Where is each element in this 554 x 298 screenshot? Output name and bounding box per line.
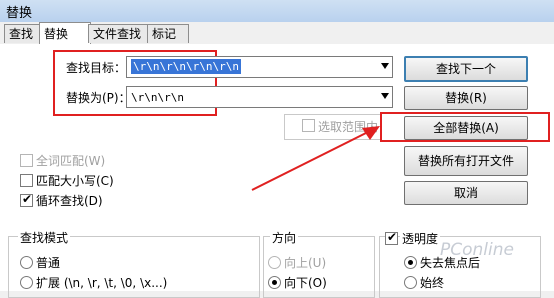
red-arrow-annotation	[251, 126, 380, 191]
search-mode-extended-label: 扩展 (\n, \r, \t, \0, \x...)	[36, 276, 168, 290]
replace-dropdown-arrow-icon[interactable]	[381, 93, 389, 99]
match-case-checkbox[interactable]	[20, 174, 33, 187]
tab-mark[interactable]: 标记	[147, 24, 189, 43]
replace-all-open-files-button[interactable]: 替换所有打开文件	[404, 146, 528, 176]
replace-button[interactable]: 替换(R)	[404, 86, 528, 110]
tab-strip: 查找 替换 文件查找 标记	[0, 22, 554, 46]
tab-replace[interactable]: 替换	[39, 22, 91, 46]
transparency-always-radio[interactable]	[404, 276, 417, 289]
tab-mark-label: 标记	[152, 27, 177, 41]
window-title: 替换	[6, 6, 33, 21]
transparency-on-lose-focus-radio[interactable]	[404, 256, 417, 269]
check-mark-icon: ✔	[22, 192, 33, 206]
tab-find-in-files-label: 文件查找	[93, 27, 142, 41]
tab-find-in-files[interactable]: 文件查找	[88, 24, 152, 43]
cancel-button[interactable]: 取消	[404, 181, 528, 205]
find-dropdown-arrow-icon[interactable]	[381, 63, 389, 69]
direction-up-radio[interactable]	[268, 256, 281, 269]
transparency-title: 透明度	[400, 230, 441, 247]
direction-down-label: 向下(O)	[284, 276, 327, 290]
whole-word-checkbox[interactable]	[20, 154, 33, 167]
tab-find-label: 查找	[9, 27, 34, 41]
replace-input[interactable]: \r\n\r\n	[131, 90, 184, 105]
whole-word-label: 全词匹配(W)	[36, 154, 106, 168]
radio-selected-dot	[272, 280, 277, 285]
match-case-label: 匹配大小写(C)	[36, 174, 114, 188]
replace-label: 替换为(P)：	[66, 91, 131, 105]
find-combo[interactable]: \r\n\r\n\r\n\r\n	[126, 56, 393, 78]
replace-combo[interactable]: \r\n\r\n	[126, 86, 393, 108]
direction-down-radio[interactable]	[268, 276, 281, 289]
find-input[interactable]: \r\n\r\n\r\n\r\n	[131, 59, 241, 74]
search-mode-title: 查找模式	[18, 229, 71, 246]
radio-selected-dot	[408, 260, 413, 265]
search-mode-extended-radio[interactable]	[20, 276, 33, 289]
find-label: 查找目标：	[66, 61, 127, 75]
transparency-always-label: 始终	[420, 276, 445, 290]
direction-up-label: 向上(U)	[284, 256, 327, 270]
search-mode-normal-label: 普通	[36, 256, 61, 270]
search-mode-normal-radio[interactable]	[20, 256, 33, 269]
check-mark-icon: ✔	[387, 230, 398, 244]
find-next-button[interactable]: 查找下一个	[404, 56, 528, 82]
title-bar: 替换	[0, 0, 554, 23]
tab-find[interactable]: 查找	[4, 24, 44, 43]
tab-replace-label: 替换	[44, 27, 69, 41]
wrap-around-label: 循环查找(D)	[36, 194, 103, 208]
wrap-around-checkbox[interactable]: ✔	[20, 192, 33, 207]
highlight-replace-all	[380, 112, 550, 142]
replace-panel: 查找目标： \r\n\r\n\r\n\r\n 替换为(P)： \r\n\r\n …	[0, 44, 554, 298]
direction-title: 方向	[270, 229, 299, 246]
transparency-checkbox[interactable]: ✔	[385, 230, 398, 245]
watermark-logo: PConline	[440, 240, 514, 260]
